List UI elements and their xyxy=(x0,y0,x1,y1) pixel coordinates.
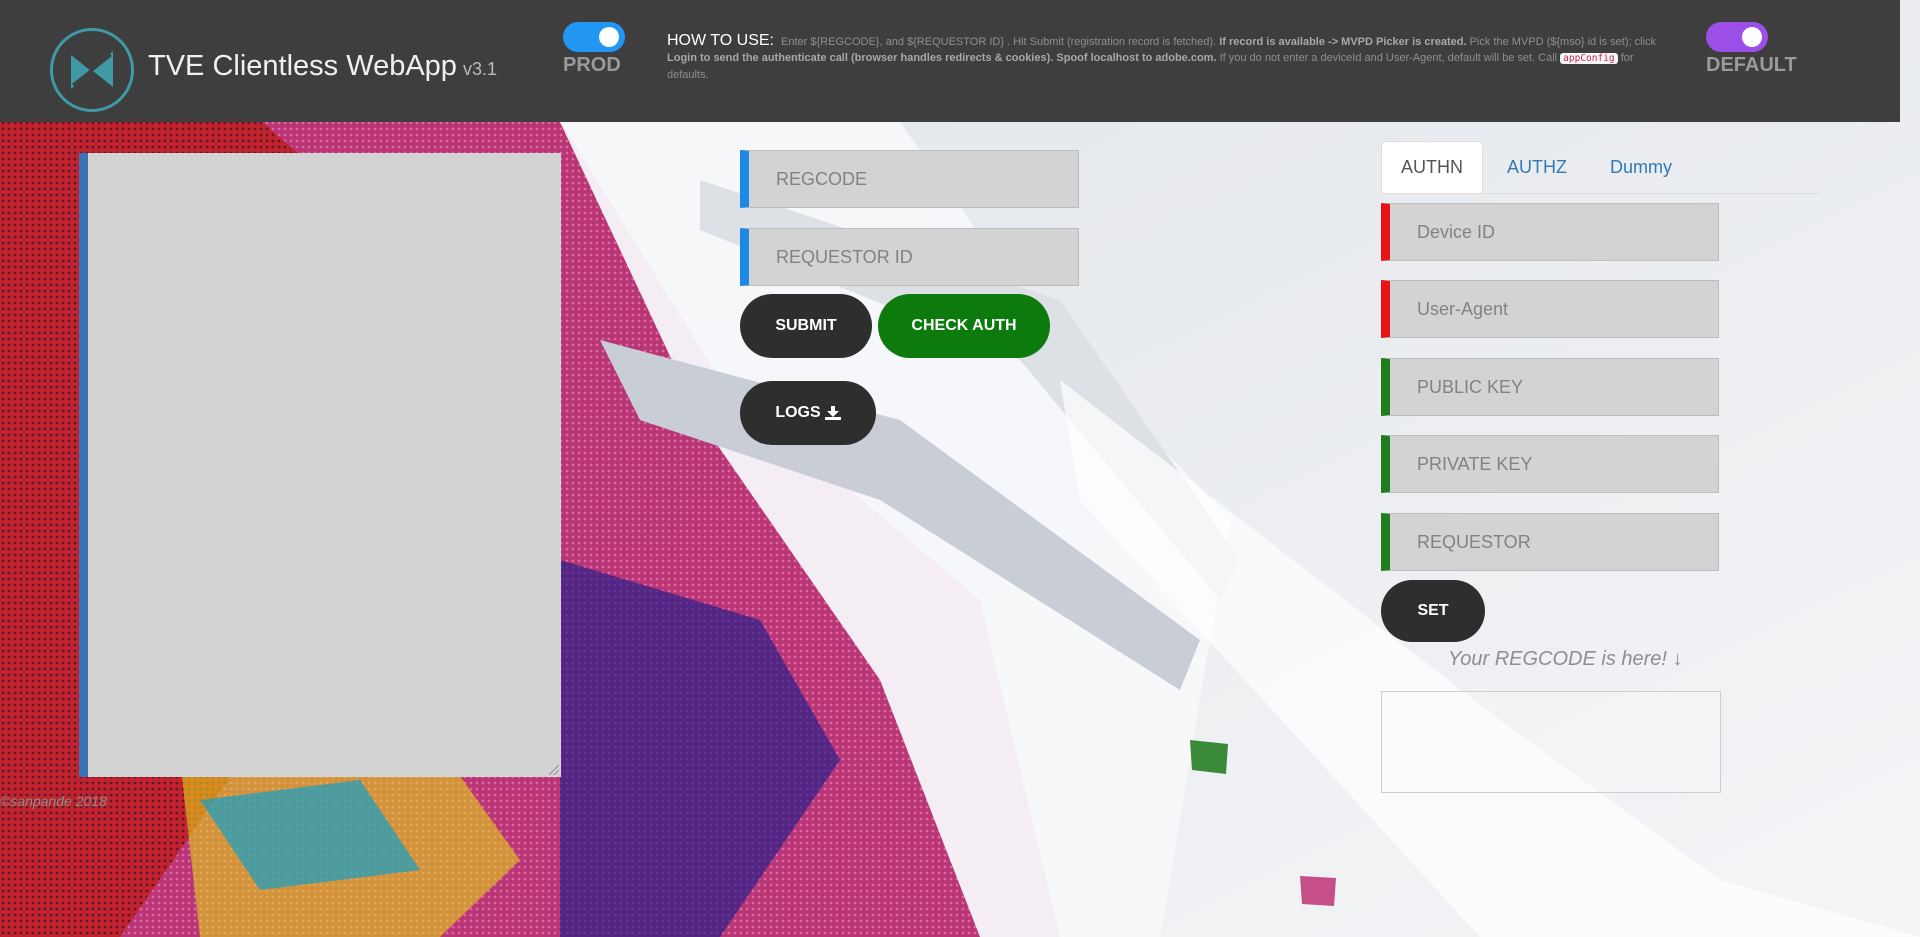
regcode-output-box[interactable] xyxy=(1381,691,1721,793)
tab-authz[interactable]: AUTHZ xyxy=(1491,141,1583,193)
how-to-login-word: Login xyxy=(667,52,697,64)
how-to-step-5: Spoof localhost to adobe.com. xyxy=(1056,52,1217,64)
default-toggle-label: DEFAULT xyxy=(1706,54,1797,76)
tve-logo-icon xyxy=(50,28,134,112)
check-auth-button[interactable]: CHECK AUTH xyxy=(878,294,1050,358)
app-version: v3.1 xyxy=(462,59,497,79)
device-id-input[interactable]: Device ID xyxy=(1381,203,1719,261)
top-header: TVE Clientless WebApp v3.1 PROD HOW TO US… xyxy=(0,0,1900,122)
device-id-placeholder: Device ID xyxy=(1417,222,1496,242)
toggle-knob xyxy=(1742,27,1762,47)
how-to-step-3: Pick the MVPD (${mso} id is set); click xyxy=(1469,36,1657,48)
how-to-step-2: If record is available -> MVPD Picker is… xyxy=(1219,36,1467,48)
regcode-hint: Your REGCODE is here! ↓ xyxy=(1448,648,1683,670)
app-title: TVE Clientless WebApp v3.1 xyxy=(148,50,497,83)
requestor-id-input[interactable]: REQUESTOR ID xyxy=(740,228,1079,286)
output-textarea[interactable] xyxy=(79,153,561,777)
requestor-id-placeholder: REQUESTOR ID xyxy=(776,247,913,267)
public-key-input[interactable]: PUBLIC KEY xyxy=(1381,358,1719,416)
how-to-title: HOW TO USE: xyxy=(667,32,774,49)
copyright-text: ©sanpande 2018 xyxy=(0,793,107,809)
user-agent-placeholder: User-Agent xyxy=(1417,299,1509,319)
prod-toggle-label: PROD xyxy=(563,54,621,76)
resize-handle-icon[interactable] xyxy=(549,765,559,775)
how-to-step-4: to send the authenticate call (browser h… xyxy=(700,52,1054,64)
requestor-placeholder: REQUESTOR xyxy=(1417,532,1531,552)
requestor-input[interactable]: REQUESTOR xyxy=(1381,513,1719,571)
toggle-knob xyxy=(599,27,619,47)
logs-button-label: LOGS xyxy=(775,404,821,421)
how-to-step-1: Enter ${REGCODE}, and ${REQUESTOR ID} . … xyxy=(781,36,1217,48)
tab-dummy[interactable]: Dummy xyxy=(1591,141,1691,193)
tab-authn[interactable]: AUTHN xyxy=(1381,141,1483,193)
set-button[interactable]: SET xyxy=(1381,580,1485,642)
submit-button[interactable]: SUBMIT xyxy=(740,294,872,358)
app-config-code: appConfig xyxy=(1560,53,1618,64)
how-to-use-text: HOW TO USE: Enter ${REGCODE}, and ${REQU… xyxy=(667,33,1667,83)
download-icon xyxy=(824,406,841,420)
default-toggle[interactable] xyxy=(1706,22,1768,52)
user-agent-input[interactable]: User-Agent xyxy=(1381,280,1719,338)
logs-button[interactable]: LOGS xyxy=(740,381,876,445)
how-to-step-6: If you do not enter a deviceId and User-… xyxy=(1219,52,1558,64)
public-key-placeholder: PUBLIC KEY xyxy=(1417,377,1524,397)
private-key-placeholder: PRIVATE KEY xyxy=(1417,454,1533,474)
private-key-input[interactable]: PRIVATE KEY xyxy=(1381,435,1719,493)
regcode-input[interactable]: REGCODE xyxy=(740,150,1079,208)
regcode-placeholder: REGCODE xyxy=(776,169,868,189)
app-title-text: TVE Clientless WebApp xyxy=(148,50,457,82)
prod-toggle[interactable] xyxy=(563,22,625,52)
auth-tabs: AUTHN AUTHZ Dummy xyxy=(1381,141,1821,194)
